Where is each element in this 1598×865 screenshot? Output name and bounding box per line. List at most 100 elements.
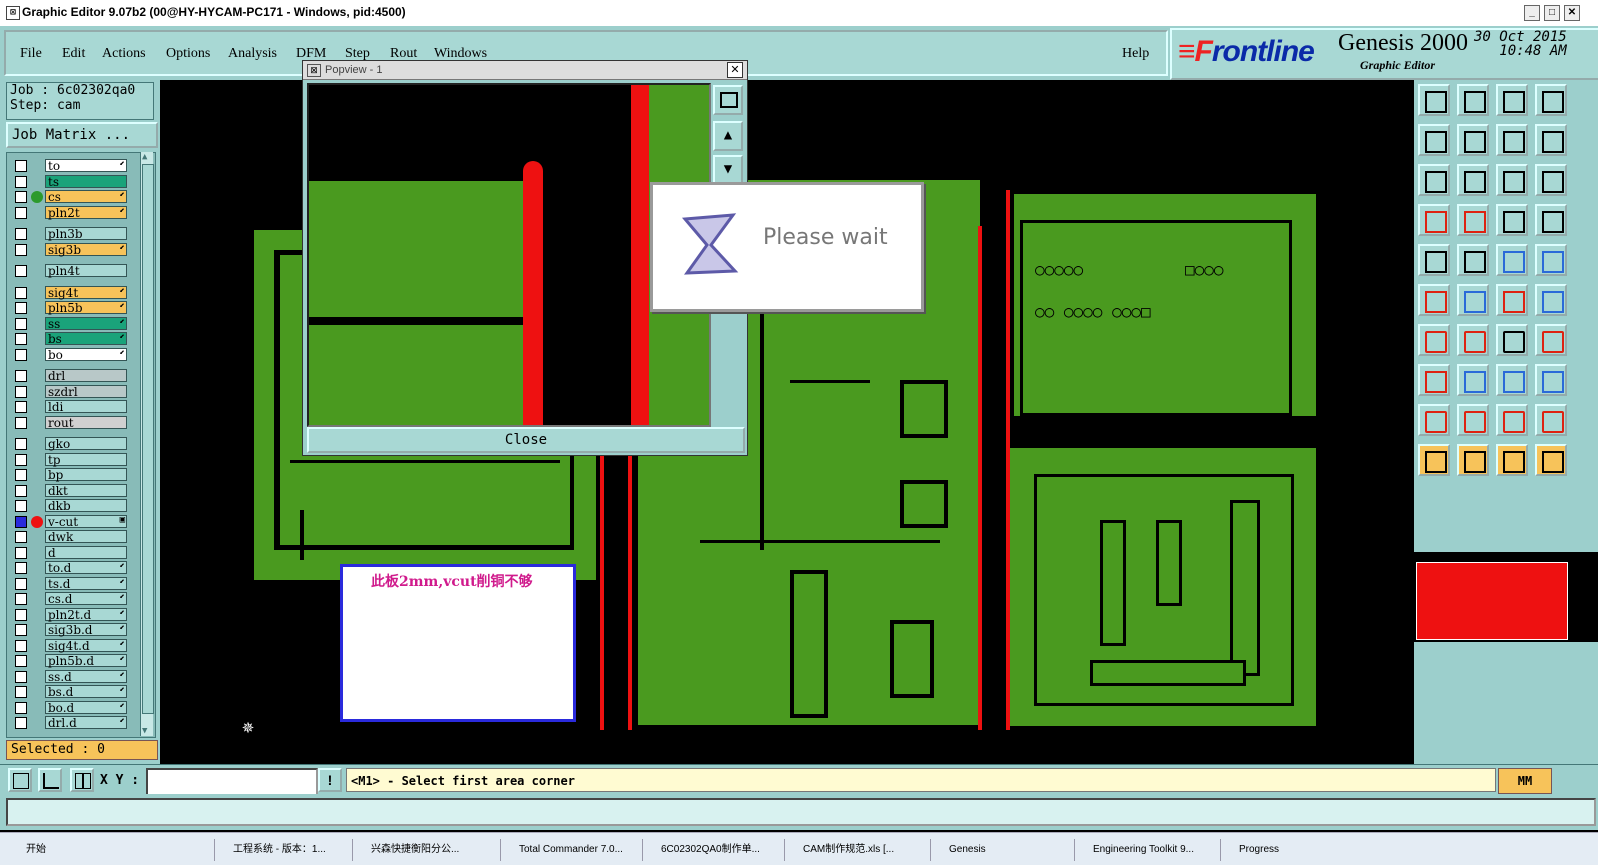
layer-name[interactable]: sig3b bbox=[45, 242, 127, 256]
toolbar-cross-button[interactable] bbox=[1418, 364, 1450, 396]
layer-checkbox[interactable] bbox=[15, 608, 27, 621]
toolbar-line-button[interactable] bbox=[1457, 324, 1489, 356]
status-tool-button[interactable] bbox=[70, 768, 94, 792]
layer-row-bs[interactable]: bs ⬋ bbox=[11, 332, 127, 346]
layer-checkbox[interactable] bbox=[15, 639, 27, 652]
toolbar-remove-button[interactable] bbox=[1457, 284, 1489, 316]
layer-checkbox[interactable] bbox=[15, 717, 27, 729]
layer-row-sig4t[interactable]: sig4t ⬋ bbox=[11, 285, 127, 300]
overview-map[interactable] bbox=[1414, 552, 1598, 642]
layer-checkbox[interactable] bbox=[15, 438, 27, 450]
layer-checkbox[interactable] bbox=[15, 484, 27, 497]
layer-name[interactable]: dkt bbox=[45, 483, 127, 497]
layer-name[interactable]: tp bbox=[45, 452, 127, 466]
toolbar-polygon-button[interactable] bbox=[1418, 404, 1450, 436]
layer-name[interactable]: ldi bbox=[45, 400, 127, 414]
toolbar-fit-button[interactable] bbox=[1457, 84, 1489, 116]
toolbar-arrow-button[interactable] bbox=[1457, 404, 1489, 436]
layer-name[interactable]: gko bbox=[45, 437, 127, 451]
layer-name[interactable]: drl.d bbox=[45, 716, 127, 730]
layer-row-dwk[interactable]: dwk bbox=[11, 530, 127, 544]
menu-analysis[interactable]: Analysis bbox=[228, 46, 277, 62]
taskbar-item[interactable]: CAM制作规范.xls [... bbox=[784, 839, 926, 861]
taskbar-item[interactable]: 兴森快捷衡阳分公... bbox=[352, 839, 496, 861]
layer-checkbox[interactable] bbox=[15, 191, 27, 203]
toolbar-layers-button[interactable] bbox=[1535, 204, 1567, 236]
toolbar-zoom-button[interactable] bbox=[1496, 84, 1528, 116]
layer-row-ts[interactable]: ts bbox=[11, 174, 127, 189]
minimize-button[interactable]: _ bbox=[1524, 5, 1540, 21]
layer-checkbox[interactable] bbox=[15, 206, 27, 219]
layer-checkbox[interactable] bbox=[15, 531, 27, 543]
toolbar-right-button[interactable] bbox=[1457, 124, 1489, 156]
layer-row-sig3b[interactable]: sig3b ⬋ bbox=[11, 242, 127, 257]
layer-checkbox[interactable] bbox=[15, 175, 27, 188]
toolbar-home-button[interactable] bbox=[1418, 84, 1450, 116]
layer-checkbox[interactable] bbox=[15, 686, 27, 698]
menu-help[interactable]: Help bbox=[1122, 46, 1149, 62]
layer-name[interactable]: sig4t bbox=[45, 285, 127, 299]
layer-name[interactable]: ss.d bbox=[45, 669, 127, 683]
layer-checkbox[interactable] bbox=[15, 500, 27, 512]
layer-name[interactable]: to bbox=[45, 159, 127, 173]
layer-name[interactable]: pln3b bbox=[45, 227, 127, 241]
toolbar-curve-button[interactable] bbox=[1496, 324, 1528, 356]
layer-row-drl.d[interactable]: drl.d ⬋ bbox=[11, 716, 127, 730]
layer-name[interactable]: pln5b.d bbox=[45, 654, 127, 668]
layer-name[interactable]: ss bbox=[45, 316, 127, 330]
layer-name[interactable]: rout bbox=[45, 415, 127, 429]
layer-checkbox[interactable] bbox=[15, 243, 27, 256]
taskbar-item[interactable]: Total Commander 7.0... bbox=[500, 839, 638, 861]
layer-row-bo.d[interactable]: bo.d ⬋ bbox=[11, 700, 127, 715]
layer-row-ts.d[interactable]: ts.d ⬋ bbox=[11, 576, 127, 591]
toolbar-xor-button[interactable] bbox=[1496, 244, 1528, 276]
layer-checkbox[interactable] bbox=[15, 416, 27, 429]
layer-row-rout[interactable]: rout bbox=[11, 415, 127, 430]
layer-checkbox[interactable] bbox=[15, 469, 27, 481]
toolbar-fillet-button[interactable] bbox=[1535, 324, 1567, 356]
layer-checkbox[interactable] bbox=[15, 160, 27, 172]
layer-name[interactable]: ts.d bbox=[45, 576, 127, 590]
layer-checkbox[interactable] bbox=[15, 593, 27, 605]
taskbar-item[interactable]: Progress bbox=[1220, 839, 1366, 861]
layer-name[interactable]: drl bbox=[45, 369, 127, 383]
layer-name[interactable]: sig4t.d bbox=[45, 638, 127, 652]
taskbar-item[interactable]: 工程系统 - 版本：1... bbox=[214, 839, 348, 861]
layer-checkbox[interactable] bbox=[15, 265, 27, 277]
layer-checkbox[interactable] bbox=[15, 624, 27, 636]
layer-row-ldi[interactable]: ldi bbox=[11, 400, 127, 414]
layer-checkbox[interactable] bbox=[15, 562, 27, 574]
layer-row-dkt[interactable]: dkt bbox=[11, 483, 127, 498]
layer-checkbox[interactable] bbox=[15, 286, 27, 299]
toolbar-hand-button[interactable] bbox=[1535, 444, 1567, 476]
toolbar-ratio-button[interactable] bbox=[1496, 164, 1528, 196]
menu-actions[interactable]: Actions bbox=[102, 46, 146, 62]
toolbar-frame-button[interactable] bbox=[1535, 404, 1567, 436]
layer-checkbox[interactable] bbox=[15, 385, 27, 398]
xy-input[interactable] bbox=[146, 768, 318, 796]
toolbar-route-button[interactable] bbox=[1535, 284, 1567, 316]
toolbar-measure-button[interactable] bbox=[1496, 204, 1528, 236]
taskbar-item[interactable]: 6C02302QA0制作单... bbox=[642, 839, 780, 861]
layer-checkbox[interactable] bbox=[15, 577, 27, 590]
layer-name[interactable]: bo.d bbox=[45, 700, 127, 714]
layer-row-tp[interactable]: tp bbox=[11, 452, 127, 467]
layer-name[interactable]: ts bbox=[45, 174, 127, 188]
menu-file[interactable]: File bbox=[20, 46, 42, 62]
toolbar-select-button[interactable] bbox=[1418, 244, 1450, 276]
layer-checkbox[interactable] bbox=[15, 655, 27, 667]
popview-up-button[interactable]: ▲ bbox=[713, 121, 743, 151]
layer-list-scrollbar[interactable]: ▲ ▼ bbox=[140, 152, 154, 736]
layer-checkbox[interactable] bbox=[15, 670, 27, 683]
layer-checkbox[interactable] bbox=[15, 515, 27, 528]
layer-row-to.d[interactable]: to.d ⬋ bbox=[11, 561, 127, 575]
layer-row-pln5b[interactable]: pln5b ⬋ bbox=[11, 301, 127, 315]
layer-row-gko[interactable]: gko bbox=[11, 437, 127, 451]
layer-name[interactable]: pln2t.d bbox=[45, 607, 127, 621]
layer-row-bs.d[interactable]: bs.d ⬋ bbox=[11, 685, 127, 699]
taskbar-item[interactable]: Engineering Toolkit 9... bbox=[1074, 839, 1216, 861]
toolbar-snap-button[interactable] bbox=[1418, 204, 1450, 236]
layer-row-cs[interactable]: cs ⬋ bbox=[11, 190, 127, 204]
scroll-down-arrow-icon[interactable]: ▼ bbox=[142, 726, 152, 736]
layer-name[interactable]: v-cut bbox=[45, 514, 127, 528]
